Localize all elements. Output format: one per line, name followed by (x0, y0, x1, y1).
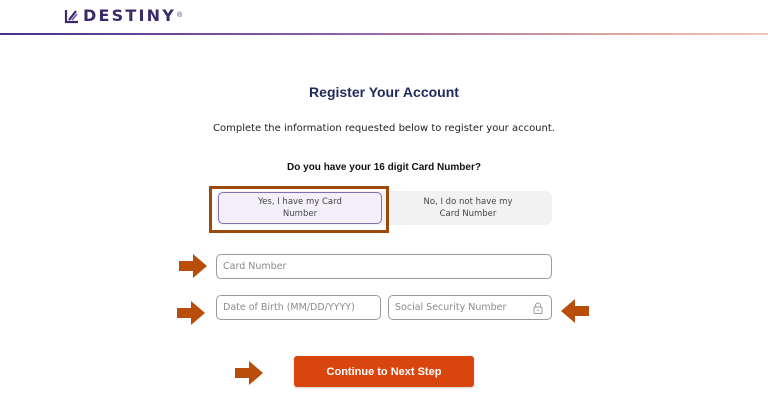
page-title: Register Your Account (309, 84, 459, 100)
arrow-right-icon (235, 361, 263, 385)
site-header: DESTINY ® (0, 0, 768, 35)
option-yes-label: Yes, I have my Card Number (258, 197, 342, 219)
logo-registered-mark: ® (176, 12, 183, 19)
card-option-toggle: Yes, I have my Card Number No, I do not … (216, 191, 552, 225)
option-no-label: No, I do not have my Card Number (423, 197, 513, 219)
logo-text: DESTINY (83, 6, 176, 25)
option-no-card[interactable]: No, I do not have my Card Number (386, 191, 550, 225)
card-number-field[interactable] (216, 254, 552, 279)
header-divider (0, 33, 768, 35)
destiny-logo[interactable]: DESTINY ® (64, 6, 182, 25)
ssn-field[interactable] (388, 295, 552, 320)
ssn-input[interactable] (395, 302, 529, 313)
arrow-left-icon (561, 299, 589, 323)
arrow-right-icon (177, 301, 205, 325)
lock-icon (533, 302, 543, 314)
card-number-input[interactable] (223, 261, 551, 272)
arrow-right-icon (179, 254, 207, 278)
date-of-birth-input[interactable] (223, 302, 380, 313)
destiny-logo-icon (64, 9, 78, 23)
page-subtitle: Complete the information requested below… (213, 123, 555, 134)
option-yes-have-card[interactable]: Yes, I have my Card Number (218, 192, 382, 224)
date-of-birth-field[interactable] (216, 295, 381, 320)
continue-button[interactable]: Continue to Next Step (294, 356, 474, 387)
card-number-question: Do you have your 16 digit Card Number? (287, 162, 481, 173)
